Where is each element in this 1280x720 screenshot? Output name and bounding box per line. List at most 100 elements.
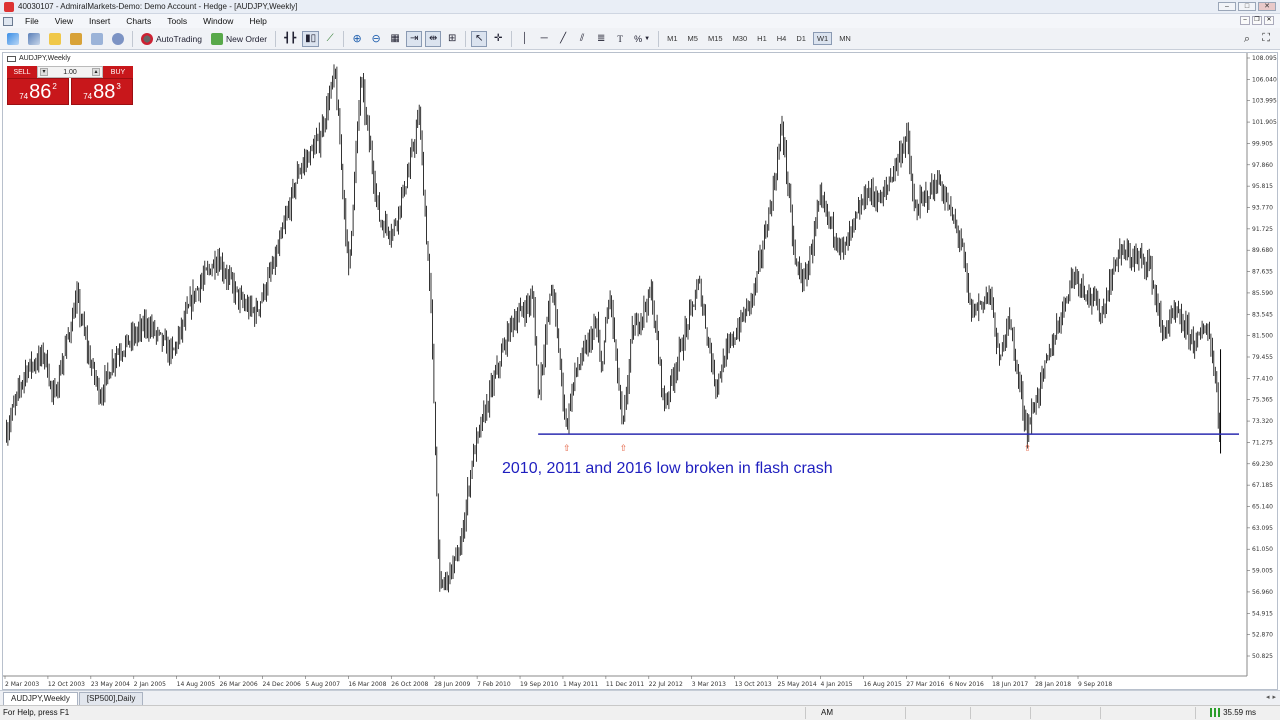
search-icon[interactable]: ⌕: [1244, 33, 1250, 46]
terminal-icon: [91, 32, 103, 45]
chart-window[interactable]: AUDJPY,Weekly SELL ▾ 1.00 ▴ BUY 74 86 2 …: [2, 52, 1278, 690]
price-tick-label: 67.185: [1252, 482, 1273, 489]
close-button[interactable]: ✕: [1258, 2, 1276, 11]
timeframe-m5[interactable]: M5: [685, 33, 701, 44]
price-tick-label: 83.545: [1252, 311, 1273, 318]
price-tick-label: 65.140: [1252, 504, 1273, 511]
vertical-line-button[interactable]: │: [517, 31, 533, 47]
timeframe-d1[interactable]: D1: [793, 33, 809, 44]
timeframe-m1[interactable]: M1: [664, 33, 680, 44]
new-chart-icon: [7, 32, 19, 45]
candlestick-button[interactable]: ▮▯: [302, 30, 320, 47]
fullscreen-icon[interactable]: ⛶: [1262, 32, 1270, 45]
status-separator: [1030, 707, 1031, 719]
menu-insert[interactable]: Insert: [81, 16, 118, 26]
toolbar-separator: [465, 30, 467, 47]
new-chart-button[interactable]: [4, 31, 22, 47]
text-tool-icon: T: [617, 33, 623, 44]
price-tick-label: 108.095: [1252, 55, 1277, 62]
app-icon: [4, 1, 14, 12]
market-watch-button[interactable]: [46, 31, 64, 47]
strategy-tester-button[interactable]: [109, 31, 127, 47]
bar-chart-button[interactable]: ┫┣: [281, 31, 299, 47]
status-help-text: For Help, press F1: [3, 708, 70, 717]
zoom-in-button[interactable]: ⊕: [349, 31, 365, 47]
price-tick-label: 69.230: [1252, 461, 1273, 468]
timeframe-m15[interactable]: M15: [705, 33, 726, 44]
market-watch-icon: [49, 32, 61, 45]
timeframe-m30[interactable]: M30: [730, 33, 751, 44]
status-separator: [1195, 707, 1196, 719]
connection-ping: 35.59 ms: [1223, 708, 1256, 717]
candlestick-icon: ▮▯: [305, 33, 317, 44]
tab-sp500-daily[interactable]: [SP500],Daily: [78, 692, 144, 705]
zoom-out-button[interactable]: ⊖: [368, 31, 384, 47]
time-tick-label: 16 Mar 2008: [348, 681, 386, 688]
connection-signal-icon: [1210, 708, 1221, 717]
time-tick-label: 26 Oct 2008: [391, 681, 428, 688]
tab-scroll-left-icon[interactable]: ◂: [1266, 693, 1270, 701]
maximize-button[interactable]: □: [1238, 2, 1256, 11]
crosshair-button[interactable]: ✛: [490, 31, 506, 47]
timeframe-w1[interactable]: W1: [812, 32, 833, 45]
objects-button[interactable]: % ▼: [631, 31, 653, 47]
tab-audjpy-weekly[interactable]: AUDJPY,Weekly: [3, 692, 78, 705]
minimize-button[interactable]: –: [1218, 2, 1236, 11]
tab-scroll-right-icon[interactable]: ▸: [1272, 693, 1276, 701]
chart-shift-icon: ⇹: [428, 33, 438, 44]
indicators-button[interactable]: ⊞: [444, 31, 460, 47]
menu-charts[interactable]: Charts: [118, 16, 159, 26]
profiles-button[interactable]: [25, 31, 43, 47]
price-tick-label: 71.275: [1252, 439, 1273, 446]
new-order-icon: [211, 32, 223, 45]
status-separator: [905, 707, 906, 719]
time-tick-label: 13 Oct 2013: [735, 681, 772, 688]
text-button[interactable]: T: [612, 31, 628, 47]
time-tick-label: 3 Mar 2013: [692, 681, 726, 688]
menu-window[interactable]: Window: [195, 16, 241, 26]
zoom-in-icon: ⊕: [352, 33, 362, 45]
price-chart[interactable]: ⇧ ⇧ ⇧ 108.095 106.040 103.995 101.905 99.905 97…: [3, 53, 1277, 689]
price-tick-label: 103.995: [1252, 98, 1277, 105]
timeframe-mn[interactable]: MN: [836, 33, 854, 44]
status-separator: [805, 707, 806, 719]
price-tick-label: 87.635: [1252, 269, 1273, 276]
trendline-button[interactable]: ╱: [555, 31, 571, 47]
time-tick-label: 1 May 2011: [563, 681, 598, 688]
price-tick-label: 89.680: [1252, 247, 1273, 254]
menu-view[interactable]: View: [47, 16, 81, 26]
bar-chart-icon: ┫┣: [284, 33, 297, 44]
menu-file[interactable]: File: [17, 16, 47, 26]
menu-tools[interactable]: Tools: [159, 16, 195, 26]
terminal-button[interactable]: [88, 31, 106, 47]
timeframe-h1[interactable]: H1: [754, 33, 770, 44]
new-order-button[interactable]: New Order: [208, 31, 270, 47]
horizontal-line-button[interactable]: ─: [536, 31, 552, 47]
equidistant-channel-button[interactable]: ⫽: [574, 31, 590, 47]
mdi-restore-button[interactable]: ❐: [1252, 16, 1262, 25]
menu-help[interactable]: Help: [241, 16, 274, 26]
time-axis: 2 Mar 2003 12 Oct 2003 23 May 2004 2 Jan 20…: [4, 676, 1112, 688]
navigator-button[interactable]: [67, 31, 85, 47]
title-bar: 40030107 - AdmiralMarkets-Demo: Demo Acc…: [0, 0, 1280, 14]
line-chart-icon: ⟋: [326, 33, 334, 44]
swing-low-markers: ⇧ ⇧ ⇧: [563, 444, 1031, 454]
autoscroll-button[interactable]: ⇥: [406, 30, 423, 47]
time-tick-label: 6 Nov 2016: [949, 681, 984, 688]
time-tick-label: 27 Mar 2016: [906, 681, 944, 688]
toolbar: AutoTrading New Order ┫┣ ▮▯ ⟋ ⊕ ⊖ ▦ ⇥ ⇹ …: [0, 28, 1280, 50]
time-tick-label: 19 Sep 2010: [520, 681, 558, 688]
autotrading-button[interactable]: AutoTrading: [138, 31, 205, 47]
fibonacci-button[interactable]: ≣: [593, 31, 609, 47]
chart-annotation[interactable]: 2010, 2011 and 2016 low broken in flash …: [502, 460, 833, 478]
connection-status[interactable]: 35.59 ms: [1210, 708, 1256, 717]
timeframe-h4[interactable]: H4: [774, 33, 790, 44]
time-tick-label: 9 Sep 2018: [1078, 681, 1112, 688]
tile-windows-button[interactable]: ▦: [387, 31, 403, 47]
chart-shift-button[interactable]: ⇹: [425, 30, 442, 47]
mdi-minimize-button[interactable]: –: [1240, 16, 1250, 25]
cursor-button[interactable]: ↖: [471, 30, 488, 47]
mdi-close-button[interactable]: ✕: [1264, 16, 1274, 25]
line-chart-button[interactable]: ⟋: [322, 31, 338, 47]
chart-window-icon[interactable]: [3, 16, 13, 26]
